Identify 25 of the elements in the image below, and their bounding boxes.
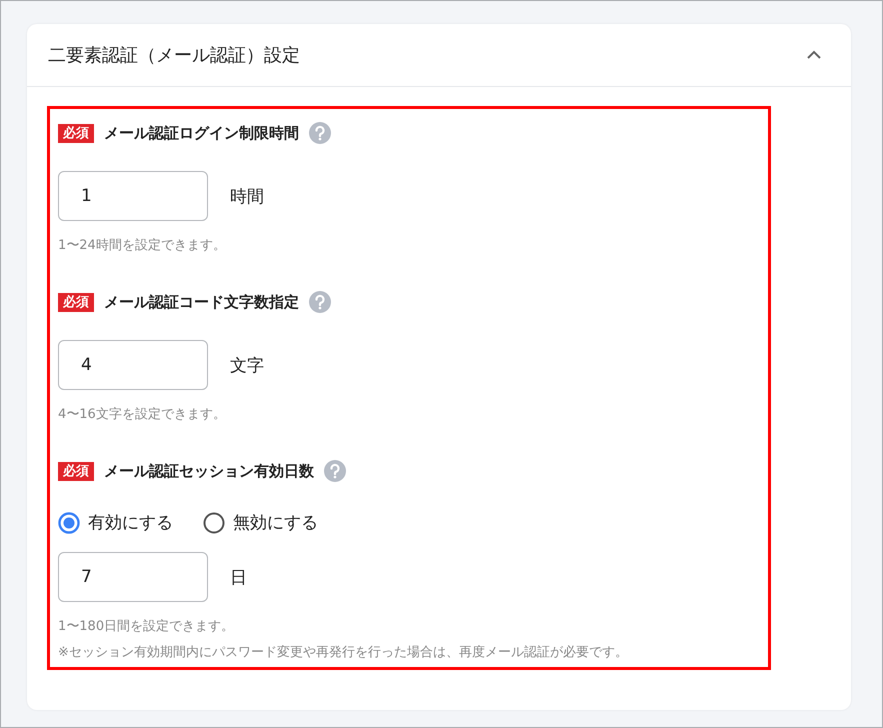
- help-icon[interactable]: [324, 460, 346, 482]
- help-icon[interactable]: [309, 291, 331, 313]
- unit-label: 日: [230, 566, 247, 588]
- hint-text: 1〜180日間を設定できます。: [58, 618, 236, 635]
- hint-text: ※セッション有効期間内にパスワード変更や再発行を行った場合は、再度メール認証が必要です。: [58, 644, 629, 661]
- number-input[interactable]: 1: [58, 171, 208, 221]
- radio-option[interactable]: 有効にする: [58, 511, 173, 534]
- field-label: メール認証セッション有効日数: [104, 462, 314, 480]
- unit-label: 時間: [230, 186, 264, 208]
- radio-icon[interactable]: [203, 512, 225, 534]
- unit-label: 文字: [230, 354, 264, 376]
- hint-text: 1〜24時間を設定できます。: [58, 237, 227, 254]
- panel-title: 二要素認証（メール認証）設定: [48, 44, 300, 67]
- field-label: メール認証ログイン制限時間: [104, 124, 299, 142]
- field-label: メール認証コード文字数指定: [104, 292, 299, 312]
- required-badge: 必須: [58, 124, 94, 142]
- chevron-up-icon: [806, 50, 822, 60]
- help-icon[interactable]: [309, 122, 331, 144]
- radio-option[interactable]: 無効にする: [203, 511, 318, 534]
- required-badge: 必須: [58, 292, 94, 312]
- required-badge: 必須: [58, 462, 94, 480]
- hint-text: 4〜16文字を設定できます。: [58, 406, 227, 423]
- number-input[interactable]: 4: [58, 340, 208, 390]
- radio-icon[interactable]: [58, 512, 80, 534]
- number-input[interactable]: 7: [58, 552, 208, 602]
